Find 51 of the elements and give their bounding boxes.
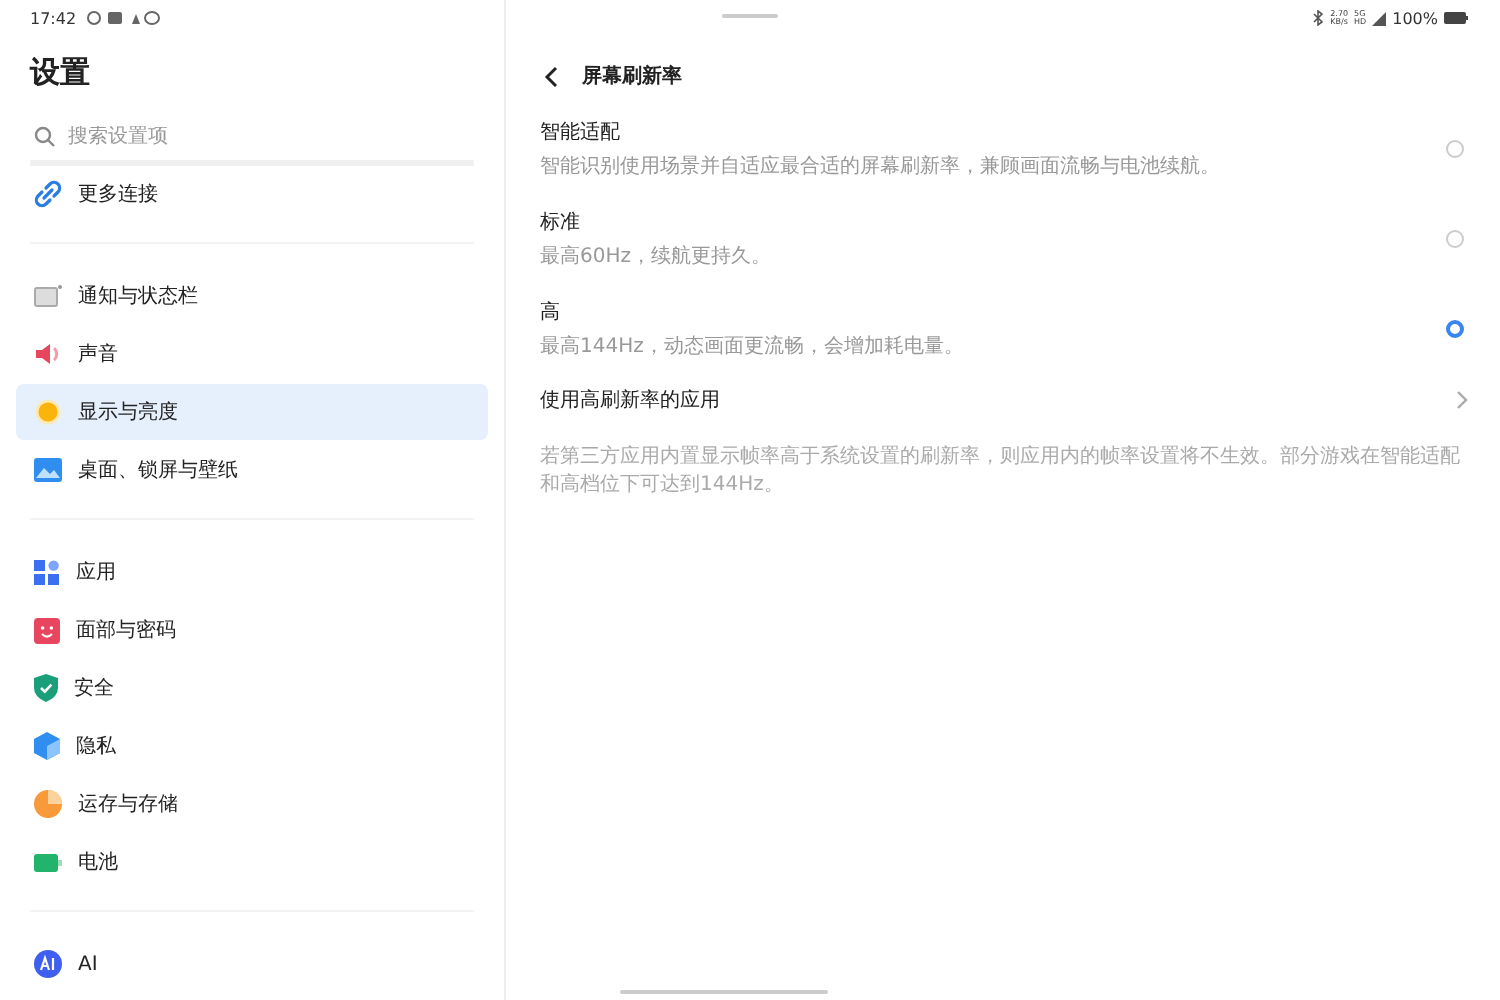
sidebar-item[interactable]: 通知与状态栏 (16, 268, 488, 324)
option-label: 标准 (540, 209, 582, 236)
sun-icon (34, 398, 62, 426)
sidebar-item[interactable]: 面部与密码 (16, 602, 488, 658)
status-time: 17:42 (30, 9, 77, 27)
option-row[interactable]: 高 最高144Hz，动态画面更流畅，会增加耗电量。 (540, 298, 1468, 360)
notification-icon (34, 284, 62, 308)
sidebar-item[interactable]: 应用 (16, 544, 488, 600)
sidebar-item[interactable]: 隐私 (16, 718, 488, 774)
signal-icon (1372, 11, 1387, 25)
link-label: 使用高刷新率的应用 (540, 387, 720, 414)
radio-button[interactable] (1446, 230, 1464, 248)
picture-icon (34, 458, 62, 482)
battery-icon (34, 853, 62, 871)
speaker-icon (34, 342, 62, 366)
sidebar-item[interactable]: 桌面、锁屏与壁纸 (16, 442, 488, 498)
sidebar-item[interactable]: 电池 (16, 834, 488, 890)
option-description: 最高144Hz，动态画面更流畅，会增加耗电量。 (540, 333, 964, 360)
battery-percent: 100% (1392, 9, 1438, 27)
radio-button[interactable] (1446, 320, 1464, 338)
search-field[interactable]: 搜索设置项 (68, 125, 368, 147)
shield-icon (34, 674, 58, 702)
cube-icon (34, 732, 60, 760)
list-item[interactable]: 使用高刷新率的应用 (540, 384, 1468, 416)
option-row[interactable]: 智能适配 智能识别使用场景并自适应最合适的屏幕刷新率，兼顾画面流畅与电池续航。 (540, 118, 1468, 180)
ai-icon (34, 950, 62, 978)
note-text: 若第三方应用内置显示帧率高于系统设置的刷新率，则应用内的帧率设置将不生效。部分游戏在智能适配和高档位下可达到144Hz。 (540, 444, 1462, 500)
battery-status-icon (1444, 12, 1468, 24)
option-label: 智能适配 (540, 119, 622, 146)
radio-button[interactable] (1446, 140, 1464, 158)
bluetooth-icon (1312, 10, 1325, 26)
sidebar-item[interactable]: 安全 (16, 660, 488, 716)
option-label: 高 (540, 299, 562, 326)
back-icon[interactable] (544, 65, 558, 87)
option-row[interactable]: 标准 最高60Hz，续航更持久。 (540, 208, 1468, 270)
sidebar-item[interactable]: 显示与亮度 (16, 384, 488, 440)
sidebar-item[interactable]: 声音 (16, 326, 488, 382)
apps-icon (34, 559, 60, 585)
option-description: 最高60Hz，续航更持久。 (540, 243, 771, 270)
chevron-icon (1456, 390, 1468, 410)
link-icon (34, 180, 62, 208)
detail-title: 屏幕刷新率 (582, 62, 682, 90)
sidebar-item[interactable]: 运存与存储 (16, 776, 488, 832)
notification-icons (86, 10, 163, 26)
pie-icon (34, 790, 62, 818)
sidebar-item[interactable]: 更多连接 (16, 166, 488, 222)
face-icon (34, 617, 60, 643)
search-icon (34, 125, 56, 147)
sidebar-item[interactable]: AI (16, 936, 488, 992)
option-description: 智能识别使用场景并自适应最合适的屏幕刷新率，兼顾画面流畅与电池续航。 (540, 153, 1220, 180)
page-title: 设置 (30, 54, 92, 94)
